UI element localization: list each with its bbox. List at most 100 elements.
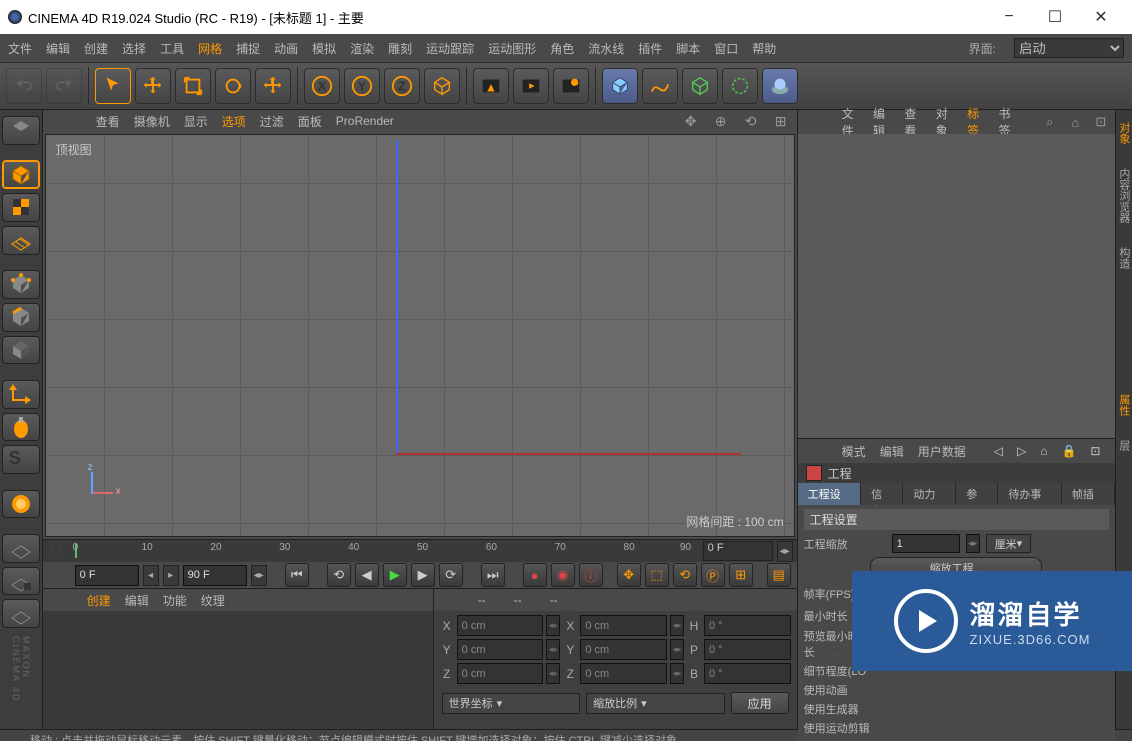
texture-mode-button[interactable] <box>2 193 40 222</box>
vtab-attribute[interactable]: 属性 <box>1116 388 1132 422</box>
coord-system-button[interactable] <box>424 68 460 104</box>
soft-select-button[interactable] <box>2 490 40 519</box>
add-environment-button[interactable] <box>762 68 798 104</box>
coord-space-select[interactable]: 世界坐标 ▾ <box>442 693 581 714</box>
menu-file[interactable]: 文件 <box>8 40 32 57</box>
search-icon[interactable]: ⌕ <box>1044 114 1056 130</box>
tweak-mode-button[interactable] <box>2 413 40 442</box>
tab-todo[interactable]: 待办事项 <box>998 483 1061 505</box>
redo-button[interactable] <box>46 68 82 104</box>
key-move-button[interactable]: ✥ <box>617 563 641 587</box>
goto-step[interactable]: ◂▸ <box>251 565 267 586</box>
grip-icon[interactable]: ⋮⋮ <box>806 117 824 128</box>
minimize-button[interactable]: − <box>986 2 1032 32</box>
axis-mode-button[interactable] <box>2 380 40 409</box>
record-button[interactable]: ● <box>523 563 547 587</box>
move-tool[interactable] <box>135 68 171 104</box>
timeline[interactable]: ⋮⋮ 0 10 20 30 40 50 60 70 80 90 0 F ◂▸ <box>43 539 797 562</box>
key-pla-button[interactable]: ⊞ <box>729 563 753 587</box>
menu-script[interactable]: 脚本 <box>676 40 700 57</box>
start-frame-field[interactable]: 0 F <box>75 565 139 586</box>
viewport-solo-button[interactable] <box>2 534 40 563</box>
menu-sculpt[interactable]: 雕刻 <box>388 40 412 57</box>
size-y-field[interactable]: 0 cm <box>580 639 667 660</box>
material-list[interactable] <box>43 611 433 729</box>
make-editable-button[interactable] <box>2 116 40 145</box>
attr-menu-user[interactable]: 用户数据 <box>918 443 966 460</box>
vp-menu-filter[interactable]: 过滤 <box>260 113 284 130</box>
menu-edit[interactable]: 编辑 <box>46 40 70 57</box>
apply-button[interactable]: 应用 <box>731 692 789 714</box>
mat-menu-create[interactable]: 创建 <box>87 592 111 609</box>
menu-snap[interactable]: 捕捉 <box>236 40 260 57</box>
mat-menu-func[interactable]: 功能 <box>163 592 187 609</box>
locked-workplane-button[interactable] <box>2 567 40 596</box>
add-deformer-button[interactable] <box>722 68 758 104</box>
vp-menu-prorender[interactable]: ProRender <box>336 114 394 128</box>
timeline-end-step[interactable]: ◂▸ <box>777 541 793 562</box>
vtab-object[interactable]: 对象 <box>1116 116 1132 150</box>
pos-y-field[interactable]: 0 cm <box>457 639 544 660</box>
scale-field[interactable]: 1 <box>892 534 960 553</box>
workplane-mode-button[interactable] <box>2 226 40 255</box>
rot-p-field[interactable]: 0 ° <box>704 639 791 660</box>
z-axis-button[interactable]: Z <box>384 68 420 104</box>
autokey-button[interactable]: ◉ <box>551 563 575 587</box>
coord-mode-select[interactable]: 缩放比例 ▾ <box>586 693 725 714</box>
prev-frame-button[interactable]: ◀ <box>355 563 379 587</box>
vp-menu-camera[interactable]: 摄像机 <box>134 113 170 130</box>
vtab-browser[interactable]: 内容浏览器 <box>1116 162 1132 229</box>
tab-project[interactable]: 工程设置 <box>798 483 861 505</box>
add-spline-button[interactable] <box>642 68 678 104</box>
goto-frame-field[interactable]: 90 F <box>183 565 247 586</box>
menu-plugins[interactable]: 插件 <box>638 40 662 57</box>
scale-unit-select[interactable]: 厘米 ▾ <box>986 534 1032 553</box>
undo-button[interactable] <box>6 68 42 104</box>
scale-tool[interactable] <box>175 68 211 104</box>
grip-icon[interactable]: ⋮⋮ <box>49 570 67 581</box>
menu-simulate[interactable]: 模拟 <box>312 40 336 57</box>
tab-info[interactable]: 信息 <box>861 483 903 505</box>
timeline-end-field[interactable]: 0 F <box>703 541 773 561</box>
menu-mesh[interactable]: 网格 <box>198 40 222 57</box>
next-frame-button[interactable]: ▶ <box>411 563 435 587</box>
viewport[interactable]: 顶视图 z x 网格间距 : 100 cm <box>45 134 795 537</box>
close-button[interactable]: ✕ <box>1078 2 1124 32</box>
rotate-tool[interactable] <box>215 68 251 104</box>
menu-character[interactable]: 角色 <box>550 40 574 57</box>
menu-tracker[interactable]: 运动跟踪 <box>426 40 474 57</box>
attr-menu-mode[interactable]: 模式 <box>842 443 866 460</box>
grip-icon[interactable]: ⋮⋮ <box>442 595 460 606</box>
render-settings-button[interactable] <box>473 68 509 104</box>
add-generator-button[interactable] <box>682 68 718 104</box>
add-cube-button[interactable] <box>602 68 638 104</box>
mat-menu-tex[interactable]: 纹理 <box>201 592 225 609</box>
vp-menu-view[interactable]: 查看 <box>96 113 120 130</box>
vp-nav-pan-icon[interactable]: ✥ <box>683 113 699 129</box>
new-icon[interactable]: ⊡ <box>1090 444 1100 458</box>
menu-select[interactable]: 选择 <box>122 40 146 57</box>
start-step[interactable]: ◂ <box>143 565 159 586</box>
rot-h-field[interactable]: 0 ° <box>704 615 791 636</box>
model-mode-button[interactable] <box>2 160 40 189</box>
menu-create[interactable]: 创建 <box>84 40 108 57</box>
menu-tools[interactable]: 工具 <box>160 40 184 57</box>
menu-help[interactable]: 帮助 <box>752 40 776 57</box>
vp-menu-display[interactable]: 显示 <box>184 113 208 130</box>
key-rotate-button[interactable]: ⟲ <box>673 563 697 587</box>
prev-key-button[interactable]: ⟲ <box>327 563 351 587</box>
mat-menu-edit[interactable]: 编辑 <box>125 592 149 609</box>
interface-select[interactable]: 启动 <box>1014 38 1124 58</box>
nav-fwd-icon[interactable]: ▷ <box>1017 444 1026 458</box>
size-z-field[interactable]: 0 cm <box>580 663 667 684</box>
menu-pipeline[interactable]: 流水线 <box>588 40 624 57</box>
point-mode-button[interactable] <box>2 270 40 299</box>
planar-workplane-button[interactable] <box>2 599 40 628</box>
render-queue-button[interactable] <box>553 68 589 104</box>
lock-icon[interactable]: 🔒 <box>1061 444 1076 458</box>
vtab-layer[interactable]: 层 <box>1116 434 1132 457</box>
start-step2[interactable]: ▸ <box>163 565 179 586</box>
object-tree[interactable] <box>798 134 1115 438</box>
menu-animate[interactable]: 动画 <box>274 40 298 57</box>
goto-end-button[interactable]: ⏭ <box>481 563 505 587</box>
